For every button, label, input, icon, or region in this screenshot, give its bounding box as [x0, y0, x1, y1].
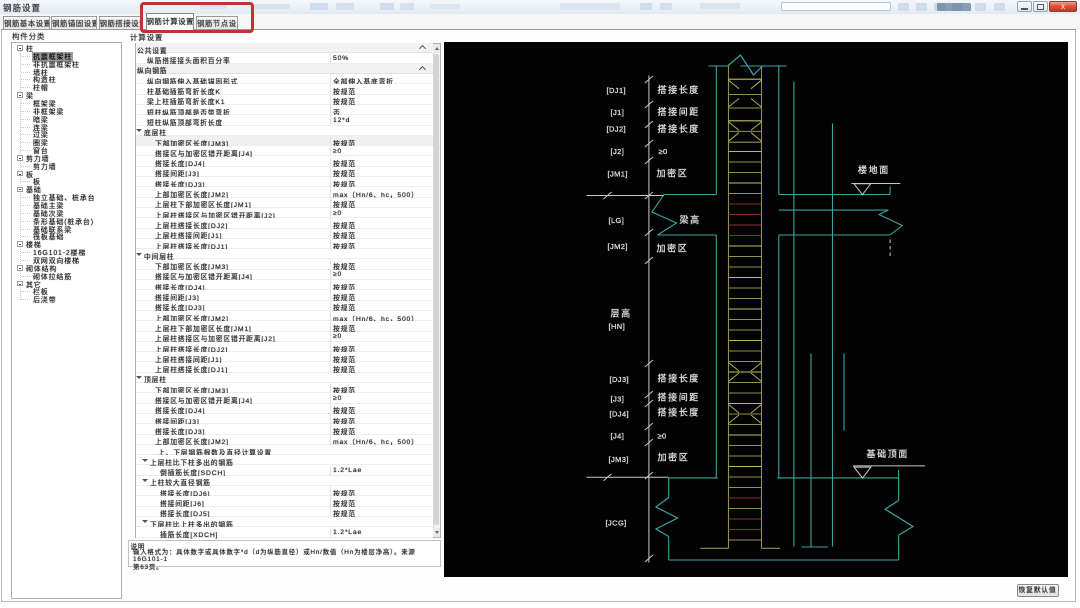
svg-text:[DJ4]: [DJ4] — [609, 409, 629, 418]
svg-text:≥0: ≥0 — [658, 147, 667, 156]
svg-text:[JM1]: [JM1] — [607, 169, 627, 178]
svg-text:≥0: ≥0 — [657, 431, 666, 440]
svg-text:搭接长度: 搭接长度 — [657, 84, 699, 95]
svg-text:[J4]: [J4] — [610, 431, 624, 440]
svg-text:[J1]: [J1] — [610, 108, 624, 117]
svg-text:楼地面: 楼地面 — [858, 164, 890, 175]
svg-text:[JM2]: [JM2] — [607, 242, 627, 251]
svg-text:基础顶面: 基础顶面 — [866, 448, 908, 459]
svg-text:搭接长度: 搭接长度 — [657, 123, 699, 134]
svg-text:[JCG]: [JCG] — [605, 518, 626, 527]
svg-text:搭接长度: 搭接长度 — [657, 406, 699, 417]
svg-text:搭接长度: 搭接长度 — [657, 372, 699, 383]
svg-text:[J3]: [J3] — [610, 394, 624, 403]
svg-text:[DJ1]: [DJ1] — [606, 86, 626, 95]
svg-text:加密区: 加密区 — [657, 451, 689, 462]
svg-text:梁高: 梁高 — [679, 214, 700, 225]
svg-text:[DJ3]: [DJ3] — [609, 375, 629, 384]
svg-text:[LG]: [LG] — [608, 216, 624, 225]
svg-text:加密区: 加密区 — [656, 242, 688, 253]
svg-text:搭接间距: 搭接间距 — [657, 106, 699, 117]
svg-text:[DJ2]: [DJ2] — [606, 124, 626, 133]
svg-text:[J2]: [J2] — [610, 147, 624, 156]
svg-text:[JM3]: [JM3] — [608, 455, 628, 464]
svg-text:层高: 层高 — [610, 307, 631, 318]
svg-text:[HN]: [HN] — [608, 322, 625, 331]
svg-text:加密区: 加密区 — [656, 167, 688, 178]
svg-text:搭接间距: 搭接间距 — [657, 391, 699, 402]
